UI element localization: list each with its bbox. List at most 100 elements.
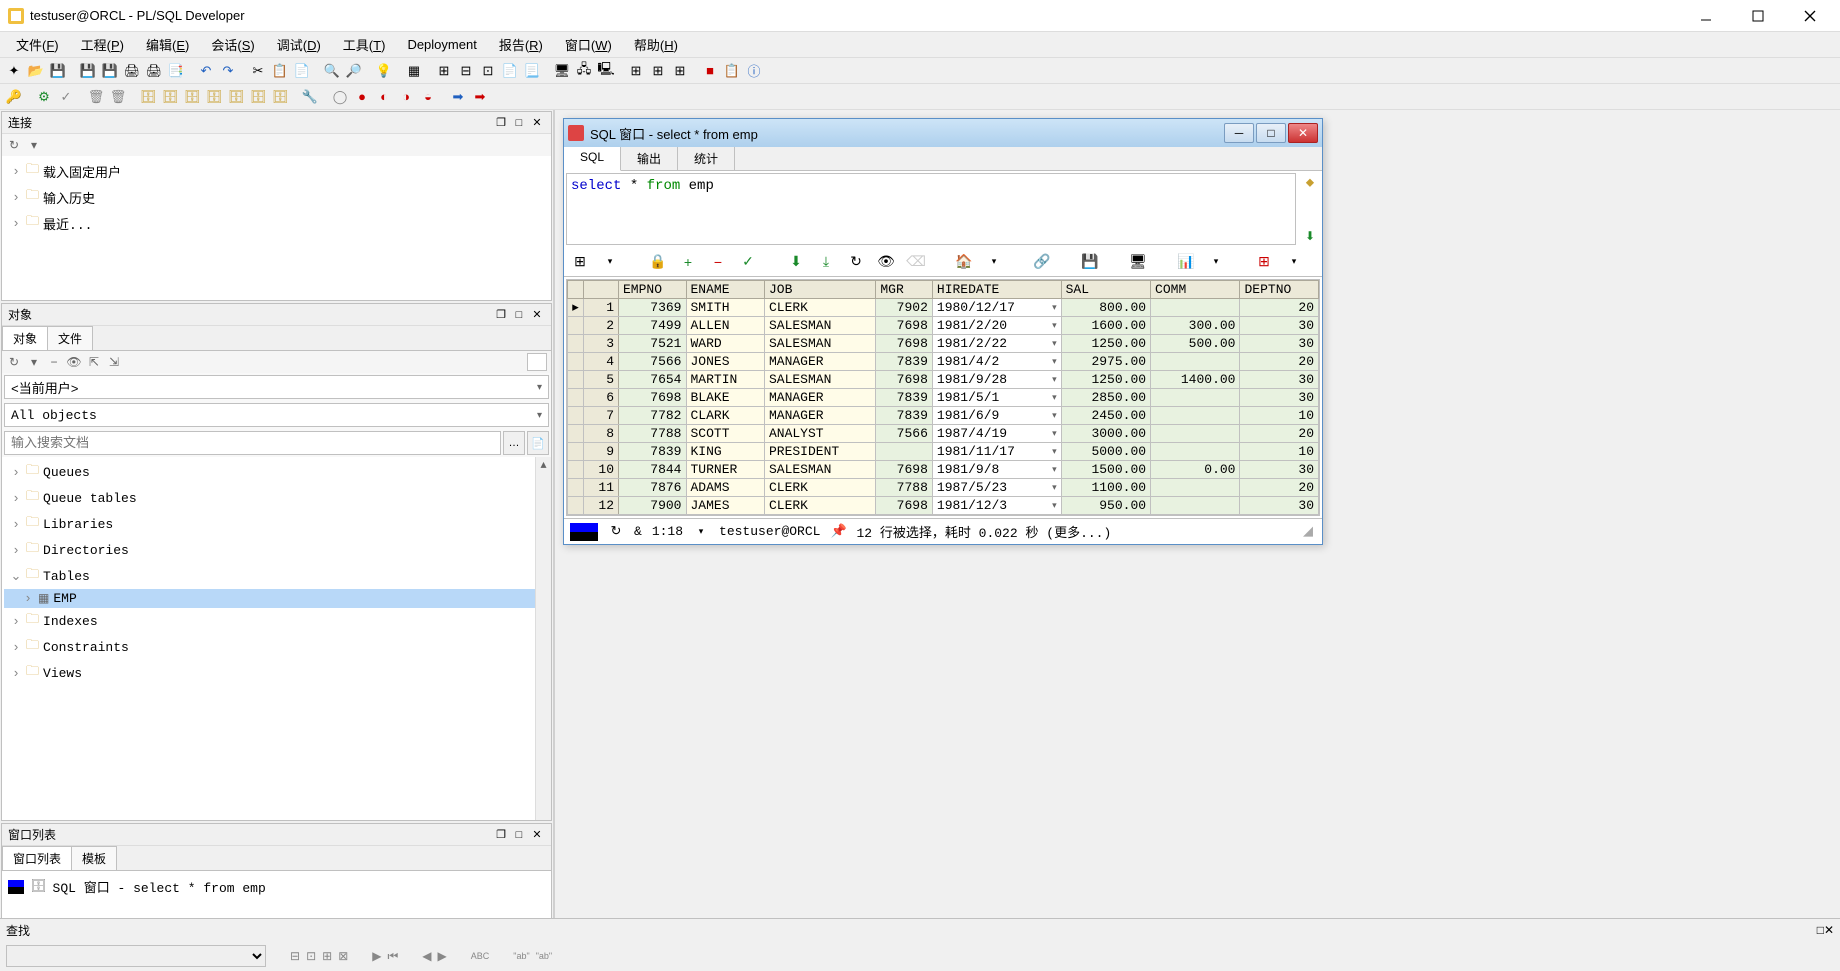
find-next-icon[interactable]: ▶	[438, 949, 447, 963]
sql-tab[interactable]: SQL	[564, 147, 621, 171]
tab[interactable]: 窗口列表	[2, 846, 72, 870]
tree-toggle-icon[interactable]: ›	[22, 591, 34, 606]
table-row[interactable]: 47566JONESMANAGER78391981/4/2▾2975.0020	[568, 353, 1319, 371]
date-dropdown-icon[interactable]: ▾	[1052, 321, 1057, 331]
cell[interactable]	[1151, 497, 1240, 515]
cell[interactable]: SALESMAN	[764, 317, 875, 335]
date-dropdown-icon[interactable]: ▾	[1052, 447, 1057, 457]
chart-dd-icon[interactable]: ▾	[1206, 252, 1226, 272]
cell[interactable]: 1250.00	[1061, 371, 1150, 389]
cell[interactable]: 1500.00	[1061, 461, 1150, 479]
cell[interactable]: CLERK	[764, 299, 875, 317]
info-icon[interactable]: ⓘ	[744, 61, 764, 81]
cell[interactable]: MANAGER	[764, 389, 875, 407]
tree-item[interactable]: ⌄🗀Tables	[4, 563, 549, 589]
search-go-button[interactable]: 📄	[527, 431, 549, 455]
maximize-button[interactable]	[1744, 5, 1772, 27]
date-dropdown-icon[interactable]: ▾	[1052, 429, 1057, 439]
chart-icon[interactable]: 📊	[1176, 252, 1196, 272]
cell[interactable]: CLARK	[686, 407, 764, 425]
close-button[interactable]	[1796, 5, 1824, 27]
tree-item[interactable]: ›🗀Constraints	[4, 634, 549, 660]
cell[interactable]: MANAGER	[764, 353, 875, 371]
column-header[interactable]: SAL	[1061, 281, 1150, 299]
cell[interactable]: MANAGER	[764, 407, 875, 425]
cell[interactable]	[1151, 479, 1240, 497]
save-result-icon[interactable]: 💾	[1080, 252, 1100, 272]
panel-max-icon[interactable]: □	[511, 115, 527, 131]
tree-toggle-icon[interactable]: ›	[10, 640, 22, 655]
cell[interactable]: 500.00	[1151, 335, 1240, 353]
trash-icon[interactable]: 🗑	[86, 87, 106, 107]
circle4-icon[interactable]: ◑	[396, 87, 416, 107]
db5-icon[interactable]: 🗄	[226, 87, 246, 107]
cell[interactable]	[1151, 353, 1240, 371]
table-row[interactable]: 107844TURNERSALESMAN76981981/9/8▾1500.00…	[568, 461, 1319, 479]
binoc-icon[interactable]: 👁	[66, 354, 82, 370]
cell[interactable]: 7900	[619, 497, 687, 515]
table3-icon[interactable]: ⊡	[478, 61, 498, 81]
binoculars-icon[interactable]: 👁	[876, 252, 896, 272]
cell[interactable]: 3000.00	[1061, 425, 1150, 443]
cell[interactable]: CLERK	[764, 497, 875, 515]
cut-icon[interactable]: ✂	[248, 61, 268, 81]
row-marker[interactable]: ▸	[568, 299, 584, 317]
tree-toggle-icon[interactable]: ›	[10, 190, 22, 205]
save-all-icon[interactable]: 💾	[78, 61, 98, 81]
sql-titlebar[interactable]: SQL 窗口 - select * from emp ─ □ ✕	[564, 119, 1322, 147]
cell[interactable]	[876, 443, 933, 461]
new-icon[interactable]: ✦	[4, 61, 24, 81]
date-dropdown-icon[interactable]: ▾	[1052, 483, 1057, 493]
tree1-icon[interactable]: ⇱	[86, 354, 102, 370]
cell[interactable]: 7654	[619, 371, 687, 389]
row-marker[interactable]	[568, 335, 584, 353]
sql-close-button[interactable]: ✕	[1288, 123, 1318, 143]
cell[interactable]: 1981/9/28▾	[932, 371, 1061, 389]
cell[interactable]	[1151, 443, 1240, 461]
date-dropdown-icon[interactable]: ▾	[1052, 303, 1057, 313]
sql-tab[interactable]: 统计	[678, 147, 735, 170]
wrench-icon[interactable]: 🔧	[300, 87, 320, 107]
circle3-icon[interactable]: ◐	[374, 87, 394, 107]
scrollbar[interactable]: ▴	[535, 457, 551, 820]
circle2-icon[interactable]: ●	[352, 87, 372, 107]
tree-item[interactable]: ›🗀Queues	[4, 459, 549, 485]
find-w2-icon[interactable]: "ab"	[536, 951, 552, 961]
bulb-icon[interactable]: 💡	[374, 61, 394, 81]
panel-max-icon[interactable]: □	[1817, 923, 1824, 937]
copy2-icon[interactable]: 📋	[270, 61, 290, 81]
cell[interactable]: ADAMS	[686, 479, 764, 497]
table-row[interactable]: 27499ALLENSALESMAN76981981/2/20▾1600.003…	[568, 317, 1319, 335]
search-input[interactable]	[4, 431, 501, 455]
cell[interactable]: 10	[1240, 443, 1319, 461]
plus-icon[interactable]: +	[678, 252, 698, 272]
tree-item[interactable]: ›🗀Indexes	[4, 608, 549, 634]
table-row[interactable]: 37521WARDSALESMAN76981981/2/22▾1250.0050…	[568, 335, 1319, 353]
tree-item[interactable]: ›🗀载入固定用户	[4, 158, 549, 184]
doc2-icon[interactable]: 📃	[522, 61, 542, 81]
cell[interactable]: 30	[1240, 371, 1319, 389]
cell[interactable]: 0.00	[1151, 461, 1240, 479]
column-header[interactable]: MGR	[876, 281, 933, 299]
find-opt2-icon[interactable]: ⊡	[306, 949, 316, 963]
grid-icon[interactable]: ⊞	[626, 61, 646, 81]
tree2-icon[interactable]: ⇲	[106, 354, 122, 370]
cell[interactable]	[1151, 407, 1240, 425]
cell[interactable]: 7566	[876, 425, 933, 443]
cell[interactable]: MARTIN	[686, 371, 764, 389]
cell[interactable]: 20	[1240, 299, 1319, 317]
link-icon[interactable]: 🔗	[1032, 252, 1052, 272]
down-arrow-icon[interactable]: ⬇	[1300, 229, 1320, 243]
key-icon[interactable]: 🔑	[4, 87, 24, 107]
user-dropdown[interactable]: <当前用户>▾	[4, 375, 549, 399]
cell[interactable]: BLAKE	[686, 389, 764, 407]
column-header[interactable]: EMPNO	[619, 281, 687, 299]
table-row[interactable]: 117876ADAMSCLERK77881987/5/23▾1100.0020	[568, 479, 1319, 497]
db4-icon[interactable]: 🗄	[204, 87, 224, 107]
cell[interactable]: 30	[1240, 389, 1319, 407]
column-header[interactable]: JOB	[764, 281, 875, 299]
tab[interactable]: 对象	[2, 326, 48, 350]
menu-item[interactable]: 工程(P)	[71, 32, 134, 57]
tree-item[interactable]: ›🗀Queue tables	[4, 485, 549, 511]
table-row[interactable]: ▸17369SMITHCLERK79021980/12/17▾800.0020	[568, 299, 1319, 317]
